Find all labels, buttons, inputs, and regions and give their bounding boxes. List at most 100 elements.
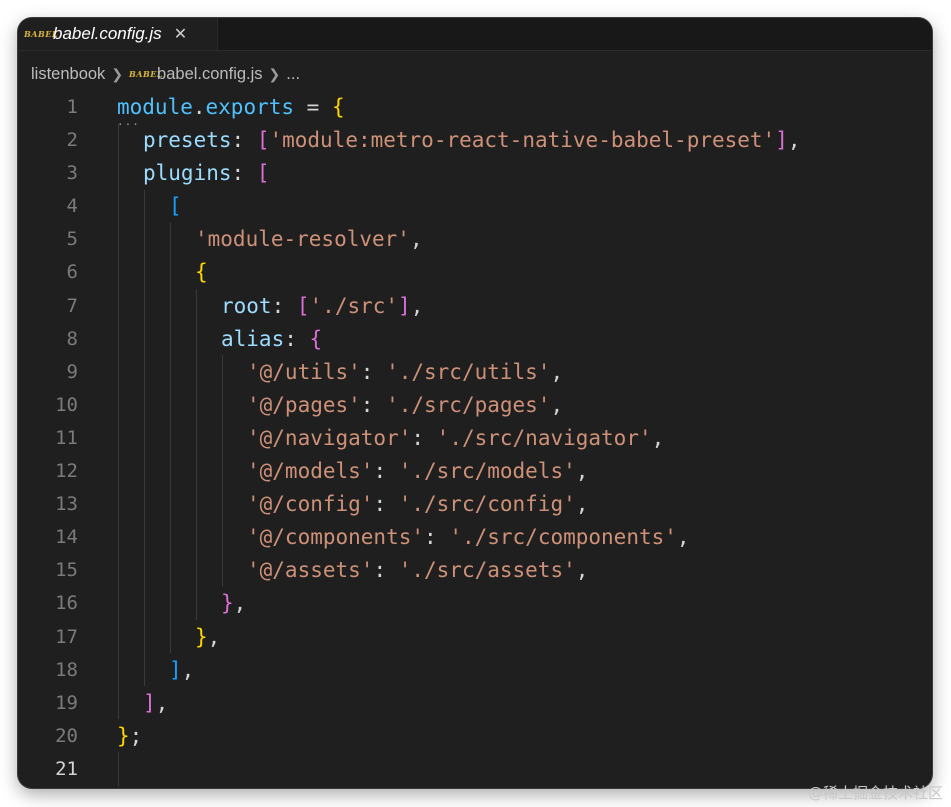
code-token: , [575,492,589,517]
line-number: 19 [55,691,78,714]
code-line[interactable]: 4[ [18,190,932,223]
tab-babel-config[interactable]: BABEL babel.config.js ✕ [18,18,218,50]
code-text: alias: { [221,327,322,351]
code-token: { [195,260,208,285]
line-number: 10 [55,393,78,416]
code-token: { [331,94,345,119]
line-number: 5 [66,228,78,251]
code-token: , [575,558,589,583]
code-text: '@/navigator': './src/navigator', [247,426,664,450]
code-token: : [373,492,399,517]
code-token: presets [143,128,232,153]
breadcrumb-more[interactable]: ... [286,65,300,84]
chevron-right-icon: ❯ [268,65,281,82]
code-line[interactable]: 3 plugins: [ [18,157,932,190]
code-line[interactable]: 1 module.exports = { [18,90,932,123]
code-token: ; [129,723,143,748]
code-token: , [550,359,564,384]
code-text: '@/models': './src/models', [247,459,588,483]
tab-label: babel.config.js [53,24,162,43]
code-token: './src/pages' [386,392,551,417]
line-number: 17 [55,625,78,648]
code-line[interactable]: 21 [18,752,932,785]
indent-guide [144,189,145,687]
code-token: exports [205,94,295,119]
code-line[interactable]: 6{ [18,256,932,289]
code-token: './src/assets' [398,558,576,583]
code-token: './src/config' [398,492,576,517]
code-token: : [411,425,437,450]
code-text: root: ['./src'], [221,294,423,318]
breadcrumb-file[interactable]: babel.config.js [157,65,263,84]
code-token: , [409,227,423,252]
code-token: '@/components' [247,525,425,550]
code-token: , [181,657,195,682]
code-line[interactable]: 10 '@/pages': './src/pages', [18,388,932,421]
code-token: : [360,359,387,384]
code-token: : [360,392,387,417]
code-token: '@/navigator' [247,425,412,450]
code-token: './src' [309,293,399,318]
code-token: '@/utils' [247,359,361,384]
code-text: '@/config': './src/config', [247,492,588,516]
code-text: 'module-resolver', [195,227,423,251]
code-editor[interactable]: ··· 1 module.exports = {2 presets: ['modul… [18,91,932,788]
code-line[interactable]: 9 '@/utils': './src/utils', [18,355,932,388]
code-token: : [231,128,257,153]
code-text: ], [143,691,168,715]
code-token: , [651,425,665,450]
line-number: 20 [55,724,78,747]
code-line[interactable]: 11 '@/navigator': './src/navigator', [18,421,932,454]
code-token: ] [775,128,788,153]
code-line[interactable]: 12 '@/models': './src/models', [18,455,932,488]
code-line[interactable]: 14 '@/components': './src/components', [18,521,932,554]
code-line[interactable]: 13 '@/config': './src/config', [18,488,932,521]
code-token: [ [169,194,182,219]
line-number: 6 [66,261,78,284]
code-line[interactable]: 8 alias: { [18,322,932,355]
code-token: [ [296,293,310,318]
code-token: ] [169,657,182,682]
code-text: plugins: [ [143,161,269,185]
code-text: }; [117,724,142,748]
indent-guide [196,289,197,621]
code-token: . [192,94,206,119]
line-number: 8 [66,327,78,350]
code-token: : [373,558,399,583]
code-token: , [410,293,424,318]
code-token: '@/config' [247,492,374,517]
code-line[interactable]: 2 presets: ['module:metro-react-native-ba… [18,124,932,157]
code-token: , [550,392,564,417]
line-number: 16 [55,592,78,615]
code-line[interactable]: 15 '@/assets': './src/assets', [18,554,932,587]
code-token: } [195,624,208,649]
chevron-right-icon: ❯ [111,65,124,82]
code-token: : [231,161,257,186]
line-number: 7 [66,294,78,317]
close-icon[interactable]: ✕ [174,24,187,44]
babel-file-icon: BABEL [129,69,163,79]
breadcrumb: listenbook ❯ BABEL babel.config.js ❯ ... [31,62,300,86]
code-token: 'module-resolver' [195,227,410,252]
code-line[interactable]: 19], [18,686,932,719]
code-token: module [117,94,193,119]
code-line[interactable]: 20}; [18,719,932,752]
code-token: ] [398,293,411,318]
code-text: ], [169,658,194,682]
code-line[interactable]: 16}, [18,587,932,620]
breadcrumb-folder[interactable]: listenbook [31,65,105,84]
code-text: module.exports = { [117,95,345,119]
line-number: 1 [66,95,78,118]
code-token: : [284,326,310,351]
line-number: 3 [66,162,78,185]
code-line[interactable]: 7 root: ['./src'], [18,289,932,322]
code-token: './src/navigator' [436,425,652,450]
code-line[interactable]: 5 'module-resolver', [18,223,932,256]
line-number: 15 [55,559,78,582]
code-token: root [221,293,272,318]
code-token: , [787,128,801,153]
code-token: './src/utils' [386,359,551,384]
indent-guide [222,355,223,587]
code-line[interactable]: 17}, [18,620,932,653]
code-line[interactable]: 18], [18,653,932,686]
